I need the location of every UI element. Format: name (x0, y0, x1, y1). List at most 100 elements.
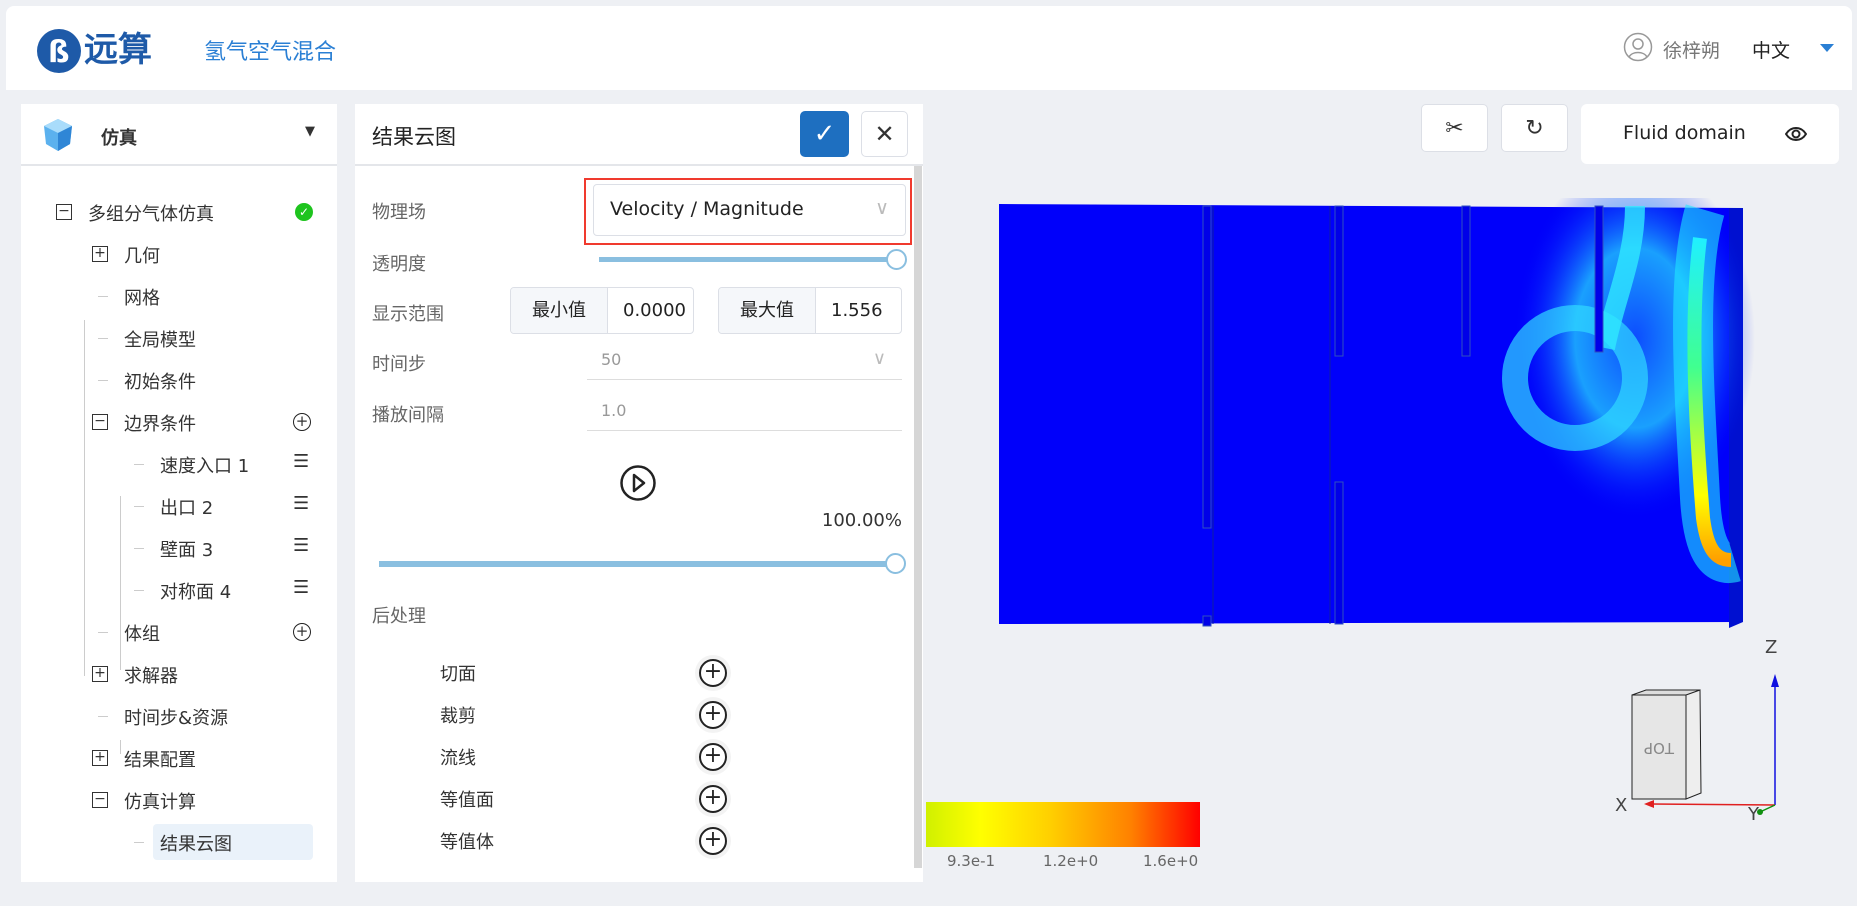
confirm-button[interactable]: ✓ (800, 111, 849, 157)
opacity-slider-track[interactable] (599, 257, 899, 262)
max-label: 最大值 (719, 288, 816, 333)
expand-icon[interactable]: + (92, 666, 108, 682)
tree-item[interactable]: 初始条件 (21, 362, 337, 398)
postprocess-item-label: 裁剪 (440, 706, 476, 727)
tree-item[interactable]: + 求解器 (21, 656, 337, 692)
scissors-icon: ✂ (1445, 115, 1464, 141)
legend-label: 1.6e+0 (1143, 852, 1199, 870)
tree-item-label: 壁面 3 (160, 540, 214, 561)
user-name[interactable]: 徐梓朔 (1663, 36, 1720, 63)
success-icon: ✓ (295, 203, 313, 221)
tree-item-label: 几何 (124, 246, 160, 267)
reset-view-button[interactable]: ↻ (1501, 104, 1568, 152)
interval-input[interactable]: 1.0 (587, 391, 902, 431)
field-select[interactable]: Velocity / Magnitude ∨ (593, 184, 906, 236)
collapse-icon[interactable]: − (56, 204, 72, 220)
orientation-cube[interactable]: Z TOP X Y (1600, 635, 1800, 825)
tree-connector (98, 296, 108, 297)
legend-label: 9.3e-1 (947, 852, 996, 870)
add-postprocess-button[interactable]: + (699, 701, 727, 729)
opacity-slider-handle[interactable] (886, 249, 907, 270)
menu-lines-icon[interactable]: ☰ (293, 451, 309, 472)
close-button[interactable]: ✕ (861, 111, 908, 157)
add-postprocess-button[interactable]: + (699, 743, 727, 771)
tree-connector (98, 380, 108, 381)
eye-icon[interactable] (1785, 123, 1807, 145)
field-value: Velocity / Magnitude (610, 198, 804, 220)
tree-item-label: 速度入口 1 (160, 456, 250, 477)
tree-item[interactable]: 全局模型 (21, 320, 337, 356)
velocity-contour-render[interactable] (995, 198, 1755, 633)
tree-item[interactable]: 时间步&资源 (21, 698, 337, 734)
chevron-down-icon: ∨ (875, 197, 889, 219)
tree-connector (134, 590, 144, 591)
caret-down-icon[interactable] (1820, 44, 1834, 52)
scrollbar[interactable] (914, 166, 922, 868)
tree-item[interactable]: 对称面 4 ☰ (21, 572, 337, 608)
progress-text: 100.00% (821, 510, 902, 531)
postprocess-item-label: 等值体 (440, 832, 494, 853)
add-postprocess-button[interactable]: + (699, 659, 727, 687)
tree-guide-line (120, 496, 121, 670)
logo-icon: ß (37, 29, 81, 73)
tree-item[interactable]: 速度入口 1 ☰ (21, 446, 337, 482)
cube-face-label: TOP (1644, 739, 1675, 757)
timestep-select[interactable]: 50 ∨ (587, 340, 902, 380)
max-value-input[interactable]: 1.556 (816, 288, 901, 333)
add-icon[interactable]: + (293, 413, 311, 431)
user-avatar-icon[interactable] (1623, 32, 1653, 62)
tree-connector (98, 338, 108, 339)
tree-connector (134, 548, 144, 549)
tree-item[interactable]: − 边界条件 + (21, 404, 337, 440)
clip-button[interactable]: ✂ (1421, 104, 1488, 152)
play-icon[interactable] (619, 464, 657, 502)
domain-visibility-control[interactable]: Fluid domain (1581, 104, 1839, 164)
collapse-icon[interactable]: − (92, 414, 108, 430)
expand-icon[interactable]: + (92, 750, 108, 766)
tree-item[interactable]: + 结果配置 (21, 740, 337, 776)
field-label: 物理场 (372, 202, 426, 223)
expand-icon[interactable]: + (92, 246, 108, 262)
tree-connector (98, 716, 108, 717)
axis-x-label: X (1615, 795, 1627, 816)
tree-item[interactable]: 出口 2 ☰ (21, 488, 337, 524)
tree-connector (134, 506, 144, 507)
tree-item[interactable]: 网格 (21, 278, 337, 314)
tree-item-label: 多组分气体仿真 (88, 204, 214, 225)
menu-lines-icon[interactable]: ☰ (293, 493, 309, 514)
dropdown-icon[interactable]: ▼ (305, 124, 315, 139)
svg-text:ß: ß (48, 35, 70, 70)
progress-slider-handle[interactable] (885, 553, 906, 574)
tree-item-label: 结果配置 (124, 750, 196, 771)
result-contour-panel: 结果云图 ✓ ✕ 物理场 Velocity / Magnitude ∨ 透明度 显… (355, 104, 923, 882)
domain-label: Fluid domain (1623, 122, 1746, 144)
module-title: 仿真 (101, 128, 137, 149)
postprocess-item-label: 流线 (440, 748, 476, 769)
tree-item[interactable]: − 仿真计算 (21, 782, 337, 818)
tree-item-label: 网格 (124, 288, 160, 309)
min-value-input[interactable]: 0.0000 (608, 288, 693, 333)
add-postprocess-button[interactable]: + (699, 785, 727, 813)
tree-item[interactable]: + 几何 (21, 236, 337, 272)
panel-title: 结果云图 (372, 125, 456, 149)
tree-item[interactable]: 壁面 3 ☰ (21, 530, 337, 566)
tree-item[interactable]: − 多组分气体仿真 ✓ (21, 194, 337, 230)
menu-lines-icon[interactable]: ☰ (293, 577, 309, 598)
panel-header[interactable]: 仿真 ▼ (21, 104, 337, 166)
tree-item-label: 对称面 4 (160, 582, 232, 603)
collapse-icon[interactable]: − (92, 792, 108, 808)
add-icon[interactable]: + (293, 623, 311, 641)
add-postprocess-button[interactable]: + (699, 827, 727, 855)
postprocess-item-label: 等值面 (440, 790, 494, 811)
interval-label: 播放间隔 (372, 405, 444, 426)
panel-header: 结果云图 ✓ ✕ (355, 104, 923, 166)
range-label: 显示范围 (372, 304, 444, 325)
language-selector[interactable]: 中文 (1752, 36, 1790, 63)
tree-connector (134, 842, 144, 843)
chevron-down-icon: ∨ (872, 348, 886, 369)
menu-lines-icon[interactable]: ☰ (293, 535, 309, 556)
progress-slider-track[interactable] (379, 561, 897, 567)
timestep-value: 50 (601, 350, 622, 369)
tree-item[interactable]: 体组 + (21, 614, 337, 650)
tree-item[interactable]: 结果云图 (21, 824, 337, 860)
